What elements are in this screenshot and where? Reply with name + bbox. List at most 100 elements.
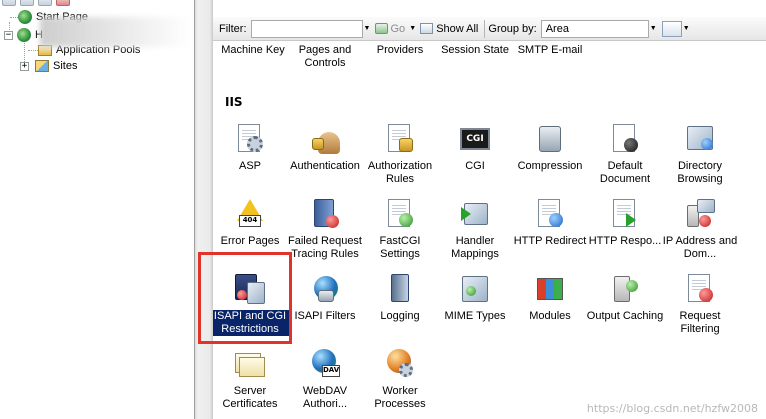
filter-input[interactable] xyxy=(250,19,363,38)
feature-mime-types[interactable]: MIME Types xyxy=(435,272,515,323)
feature-session-state[interactable]: Session State xyxy=(435,44,515,57)
show-all-icon xyxy=(420,23,434,34)
feature-label: FastCGI Settings xyxy=(379,235,421,260)
feature-label: Request Filtering xyxy=(679,310,721,335)
mime-types-icon xyxy=(458,272,492,306)
feature-default-document[interactable]: Default Document xyxy=(585,122,665,186)
feature-label: CGI xyxy=(465,160,485,172)
feature-directory-browsing[interactable]: Directory Browsing xyxy=(660,122,740,186)
feature-authorization-rules[interactable]: Authorization Rules xyxy=(360,122,440,186)
authentication-icon xyxy=(308,122,342,156)
feature-cgi[interactable]: CGI CGI xyxy=(435,122,515,173)
error-pages-icon: 404 xyxy=(233,197,267,231)
feature-isapi-filters[interactable]: ISAPI Filters xyxy=(285,272,365,323)
sites-icon xyxy=(35,60,49,72)
server-certificates-icon xyxy=(233,347,267,381)
watermark-text: https://blog.csdn.net/hzfw2008 xyxy=(586,402,758,415)
feature-label: Failed Request Tracing Rules xyxy=(288,235,362,260)
tree-node-server[interactable]: − H xyxy=(4,28,43,42)
feature-label: MIME Types xyxy=(444,310,506,322)
feature-smtp-email[interactable]: SMTP E-mail xyxy=(510,44,590,57)
http-response-headers-icon xyxy=(608,197,642,231)
connect-icon[interactable] xyxy=(2,0,16,6)
group-by-dropdown-icon[interactable]: ▼ xyxy=(649,20,658,38)
feature-label: Providers xyxy=(376,44,424,56)
cgi-icon: CGI xyxy=(458,122,492,156)
server-icon xyxy=(17,28,31,42)
feature-label: Error Pages xyxy=(220,235,280,247)
compression-icon xyxy=(533,122,567,156)
group-header-iis: IIS xyxy=(225,95,243,109)
pane-splitter[interactable] xyxy=(194,0,213,419)
feature-http-redirect[interactable]: HTTP Redirect xyxy=(510,197,590,248)
up-icon[interactable] xyxy=(38,0,52,6)
group-by-select[interactable]: Area xyxy=(540,19,649,38)
feature-modules[interactable]: Modules xyxy=(510,272,590,323)
feature-authentication[interactable]: Authentication xyxy=(285,122,365,173)
filter-dropdown-icon[interactable]: ▼ xyxy=(363,20,372,38)
feature-label: Directory Browsing xyxy=(677,160,723,185)
feature-pages-and-controls[interactable]: Pages and Controls xyxy=(285,44,365,70)
feature-http-response-headers[interactable]: HTTP Respo... xyxy=(585,197,665,248)
tree-node-sites[interactable]: + Sites xyxy=(20,60,77,72)
feature-error-pages[interactable]: 404 Error Pages xyxy=(213,197,290,248)
feature-label: HTTP Respo... xyxy=(588,235,662,247)
feature-fastcgi-settings[interactable]: FastCGI Settings xyxy=(360,197,440,261)
feature-providers[interactable]: Providers xyxy=(360,44,440,57)
view-mode-dropdown-icon[interactable]: ▼ xyxy=(682,20,691,38)
default-document-icon xyxy=(608,122,642,156)
go-button[interactable]: Go xyxy=(372,19,409,39)
webdav-authoring-icon: DAV xyxy=(308,347,342,381)
redaction-blur xyxy=(40,17,190,47)
feature-ip-address-and-domain[interactable]: IP Address and Dom... xyxy=(660,197,740,261)
feature-label: ISAPI Filters xyxy=(294,310,356,322)
feature-label: Session State xyxy=(441,44,509,56)
collapse-expander[interactable]: − xyxy=(4,30,13,40)
feature-label: WebDAV Authori... xyxy=(302,385,348,410)
directory-browsing-icon xyxy=(683,122,717,156)
feature-label: Handler Mappings xyxy=(451,235,499,260)
feature-request-filtering[interactable]: Request Filtering xyxy=(660,272,740,336)
show-all-button[interactable]: Show All xyxy=(417,19,481,39)
feature-label: Server Certificates xyxy=(222,385,278,410)
feature-output-caching[interactable]: Output Caching xyxy=(585,272,665,323)
start-page-icon xyxy=(18,10,32,24)
feature-machine-key[interactable]: Machine Key xyxy=(213,44,293,57)
show-all-label: Show All xyxy=(436,22,479,35)
group-by-label: Group by: xyxy=(488,22,537,35)
feature-asp[interactable]: ASP xyxy=(213,122,290,173)
feature-failed-request-tracing-rules[interactable]: Failed Request Tracing Rules xyxy=(285,197,365,261)
logging-icon xyxy=(383,272,417,306)
failed-request-tracing-icon xyxy=(308,197,342,231)
feature-label: Authentication xyxy=(290,160,360,172)
feature-list: Machine Key Pages and Controls Providers… xyxy=(213,42,766,419)
handler-mappings-icon xyxy=(458,197,492,231)
request-filtering-icon xyxy=(683,272,717,306)
save-icon[interactable] xyxy=(20,0,34,6)
output-caching-icon xyxy=(608,272,642,306)
isapi-cgi-restrictions-icon xyxy=(233,272,267,306)
feature-label: Compression xyxy=(517,160,583,172)
feature-logging[interactable]: Logging xyxy=(360,272,440,323)
feature-label: IP Address and Dom... xyxy=(662,235,738,260)
go-icon xyxy=(374,23,388,34)
feature-isapi-and-cgi-restrictions[interactable]: ISAPI and CGI Restrictions xyxy=(213,272,290,336)
feature-compression[interactable]: Compression xyxy=(510,122,590,173)
feature-server-certificates[interactable]: Server Certificates xyxy=(213,347,290,411)
feature-worker-processes[interactable]: Worker Processes xyxy=(360,347,440,411)
view-mode-icon[interactable] xyxy=(661,20,682,37)
feature-label: Default Document xyxy=(599,160,651,185)
toolbar-separator xyxy=(484,19,486,38)
filter-label: Filter: xyxy=(219,22,247,35)
http-redirect-icon xyxy=(533,197,567,231)
authorization-rules-icon xyxy=(383,122,417,156)
expand-expander[interactable]: + xyxy=(20,61,29,71)
worker-processes-icon xyxy=(383,347,417,381)
feature-handler-mappings[interactable]: Handler Mappings xyxy=(435,197,515,261)
go-dropdown-icon[interactable]: ▼ xyxy=(408,20,417,38)
modules-icon xyxy=(533,272,567,306)
feature-label: Machine Key xyxy=(221,44,285,56)
feature-webdav-authoring[interactable]: DAV WebDAV Authori... xyxy=(285,347,365,411)
connections-toolbar xyxy=(0,0,110,6)
disconnect-icon[interactable] xyxy=(56,0,70,6)
